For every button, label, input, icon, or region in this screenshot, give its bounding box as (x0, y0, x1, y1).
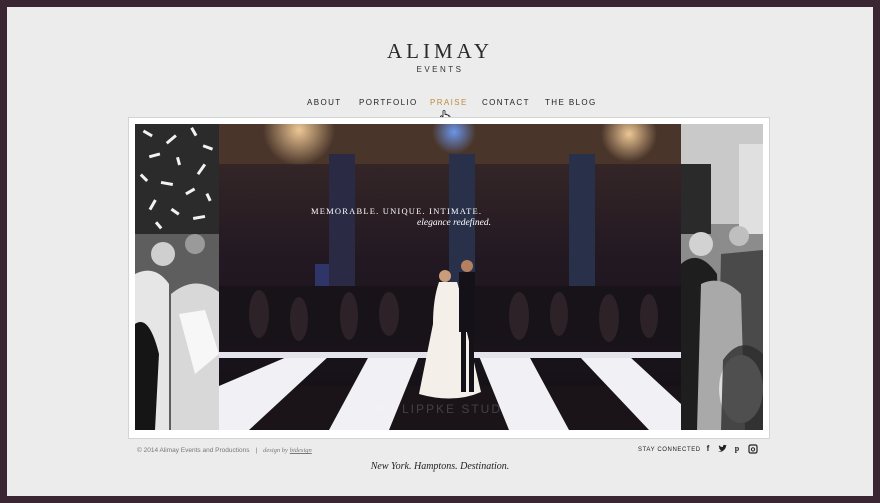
nav-contact[interactable]: CONTACT (482, 98, 530, 107)
page: ALIMAY EVENTS ABOUT PORTFOLIO PRAISE CON… (7, 7, 873, 496)
hero-line-2: elegance redefined. (417, 218, 492, 228)
stay-connected-label: STAY CONNECTED (638, 447, 701, 453)
footer-tagline: New York. Hamptons. Destination. (370, 461, 510, 472)
instagram-icon[interactable] (748, 444, 758, 454)
logo-name: ALIMAY (386, 39, 494, 63)
dance-floor-photo: MEMORABLE. UNIQUE. INTIMATE. elegance re… (219, 124, 681, 430)
hero-slider[interactable]: MEMORABLE. UNIQUE. INTIMATE. elegance re… (128, 117, 770, 439)
guests-photo (681, 124, 763, 430)
nav-the-blog[interactable]: THE BLOG (545, 98, 597, 107)
facebook-icon[interactable]: f (703, 444, 713, 454)
logo[interactable]: ALIMAY EVENTS (7, 40, 873, 74)
pinterest-icon[interactable]: p (732, 444, 742, 454)
footer-separator: | (255, 447, 258, 454)
nav-portfolio[interactable]: PORTFOLIO (359, 98, 418, 107)
design-by-label: design by (263, 447, 288, 454)
logo-subtitle: EVENTS (416, 65, 464, 74)
hero-line-1: MEMORABLE. UNIQUE. INTIMATE. (311, 206, 483, 216)
photo-watermark: IRA LIPPKE STUDIOS (371, 402, 529, 416)
nav-about[interactable]: ABOUT (307, 98, 342, 107)
copyright-text: © 2014 Alimay Events and Productions (137, 447, 250, 454)
footer-credits: © 2014 Alimay Events and Productions | des… (137, 447, 312, 454)
designer-link[interactable]: bidesign (290, 447, 312, 454)
twitter-icon[interactable] (717, 444, 727, 454)
nav-praise[interactable]: PRAISE (430, 98, 468, 107)
hero-tagline: MEMORABLE. UNIQUE. INTIMATE. elegance re… (311, 206, 491, 228)
confetti-photo (135, 124, 219, 430)
